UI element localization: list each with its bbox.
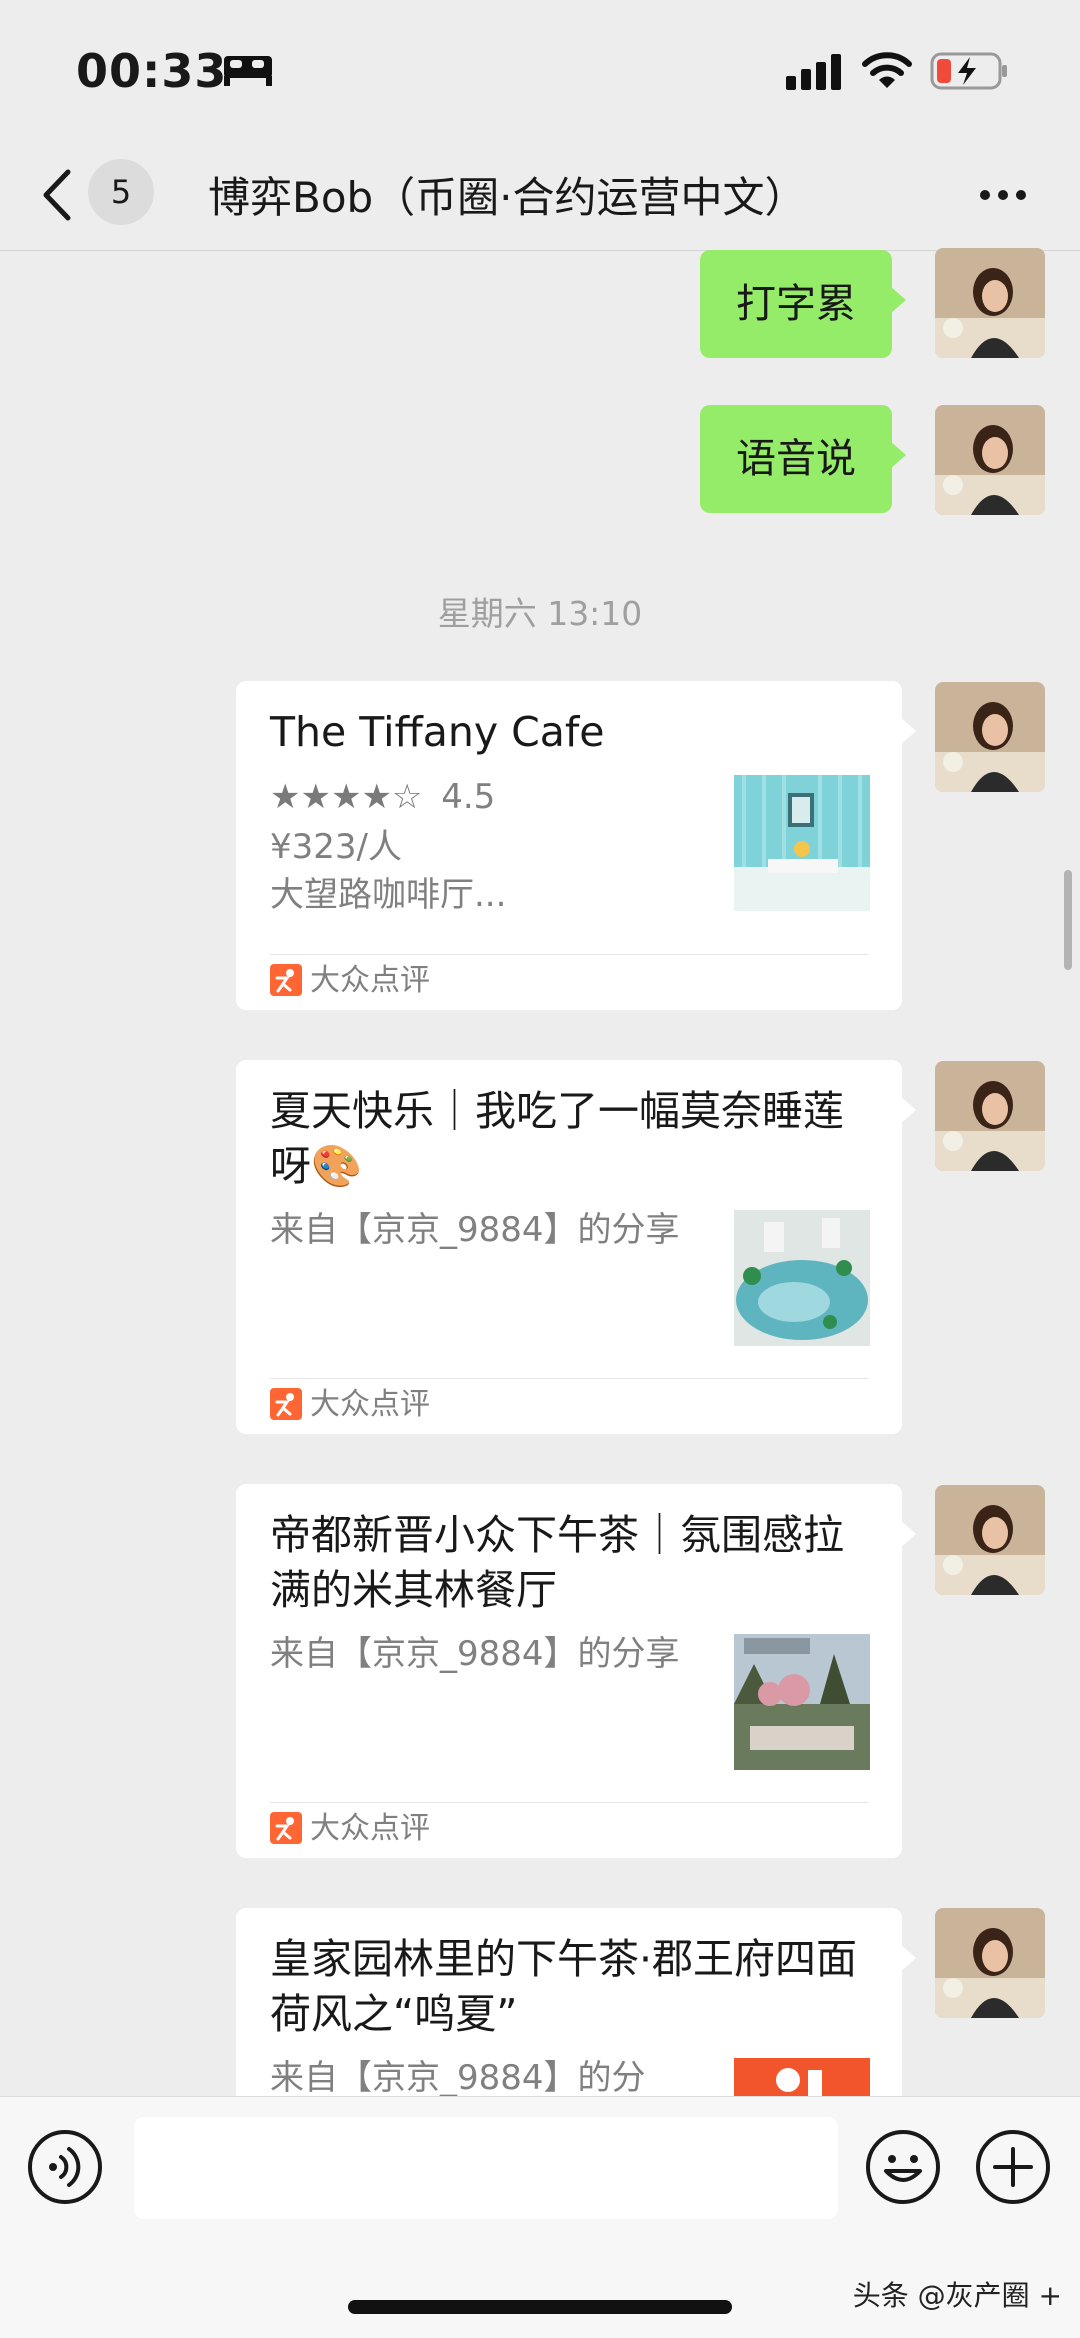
card-subtitle: 来自【京京_9884】的分享 bbox=[270, 1210, 680, 1250]
avatar[interactable] bbox=[935, 405, 1045, 515]
avatar[interactable] bbox=[935, 248, 1045, 358]
card-source: 大众点评 bbox=[270, 1811, 430, 1847]
text-message-bubble[interactable]: 语音说 bbox=[700, 405, 906, 513]
sleep-icon bbox=[224, 56, 272, 86]
message-text: 语音说 bbox=[736, 436, 856, 482]
watermark: 头条 @灰产圈 + bbox=[852, 2279, 1062, 2312]
battery-icon bbox=[930, 52, 1007, 90]
voice-icon[interactable] bbox=[27, 2129, 103, 2205]
card-thumbnail bbox=[734, 1210, 870, 1346]
avatar[interactable] bbox=[935, 1061, 1045, 1171]
wifi-icon bbox=[862, 52, 912, 88]
avatar[interactable] bbox=[935, 682, 1045, 792]
card-thumbnail bbox=[734, 1634, 870, 1770]
signal-icon bbox=[786, 54, 841, 90]
plus-icon[interactable] bbox=[975, 2129, 1051, 2205]
status-time: 00:33 bbox=[76, 44, 228, 98]
card-description: 大望路咖啡厅... bbox=[270, 875, 507, 915]
source-label: 大众点评 bbox=[310, 1387, 430, 1422]
status-bar: 00:33 bbox=[0, 0, 1080, 140]
more-icon[interactable] bbox=[978, 182, 1028, 208]
star-empty-icon: ☆ bbox=[391, 777, 423, 817]
share-card[interactable]: 皇家园林里的下午茶·郡王府四面荷风之“鸣夏” 来自【京京_9884】的分 bbox=[236, 1908, 916, 2096]
chat-title: 博弈Bob（币圈·合约运营中文） bbox=[208, 173, 807, 222]
card-price: ¥323/人 bbox=[270, 827, 402, 867]
card-source: 大众点评 bbox=[270, 963, 430, 999]
rating-value: 4.5 bbox=[441, 777, 496, 817]
dianping-icon bbox=[270, 1812, 302, 1844]
share-card[interactable]: The Tiffany Cafe ★★★★☆ 4.5 ¥323/人 大望路咖啡厅… bbox=[236, 681, 916, 1010]
message-timestamp: 星期六 13:10 bbox=[437, 594, 643, 633]
card-title: The Tiffany Cafe bbox=[270, 708, 605, 756]
avatar[interactable] bbox=[935, 1485, 1045, 1595]
card-title: 夏天快乐｜我吃了一幅莫奈睡莲呀🎨 bbox=[270, 1087, 844, 1190]
emoji-icon[interactable] bbox=[865, 2129, 941, 2205]
text-message-bubble[interactable]: 打字累 bbox=[700, 250, 906, 358]
card-subtitle: 来自【京京_9884】的分享 bbox=[270, 1634, 680, 1674]
avatar[interactable] bbox=[935, 1908, 1045, 2018]
scrollbar[interactable] bbox=[1064, 870, 1072, 970]
dianping-icon bbox=[270, 1388, 302, 1420]
card-thumbnail bbox=[734, 775, 870, 911]
message-text: 打字累 bbox=[736, 281, 856, 327]
card-thumbnail bbox=[734, 2058, 870, 2096]
chat-header: 5 博弈Bob（币圈·合约运营中文） bbox=[0, 140, 1080, 251]
rating: ★★★★☆ 4.5 bbox=[270, 777, 495, 817]
card-subtitle: 来自【京京_9884】的分 bbox=[270, 2058, 646, 2096]
message-input[interactable] bbox=[134, 2117, 838, 2219]
back-icon[interactable] bbox=[38, 166, 78, 224]
unread-count-badge[interactable]: 5 bbox=[88, 159, 154, 225]
source-label: 大众点评 bbox=[310, 1811, 430, 1846]
card-divider bbox=[270, 1802, 868, 1803]
card-divider bbox=[270, 1378, 868, 1379]
share-card[interactable]: 夏天快乐｜我吃了一幅莫奈睡莲呀🎨 来自【京京_9884】的分享 大众点评 bbox=[236, 1060, 916, 1434]
star-icon: ★★★★ bbox=[270, 777, 392, 817]
source-label: 大众点评 bbox=[310, 963, 430, 998]
home-indicator[interactable] bbox=[348, 2300, 732, 2314]
dianping-icon bbox=[270, 964, 302, 996]
share-card[interactable]: 帝都新晋小众下午茶｜氛围感拉满的米其林餐厅 来自【京京_9884】的分享 大众点… bbox=[236, 1484, 916, 1858]
card-divider bbox=[270, 954, 868, 955]
card-title: 帝都新晋小众下午茶｜氛围感拉满的米其林餐厅 bbox=[270, 1511, 844, 1614]
card-source: 大众点评 bbox=[270, 1387, 430, 1423]
card-title: 皇家园林里的下午茶·郡王府四面荷风之“鸣夏” bbox=[270, 1935, 858, 2038]
